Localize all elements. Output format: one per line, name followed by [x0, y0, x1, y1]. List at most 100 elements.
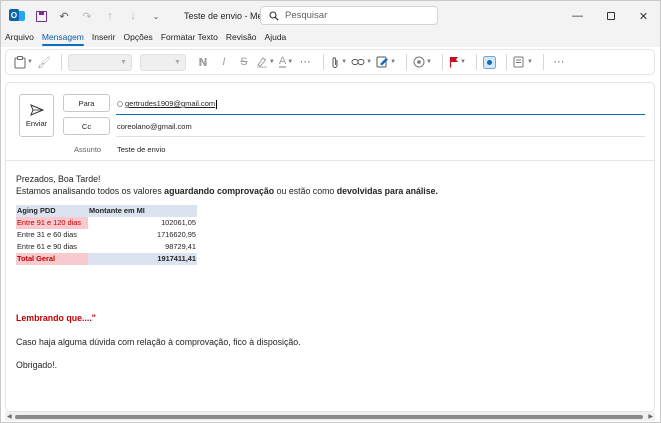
customize-toolbar-button[interactable]: ⌄ [149, 9, 163, 23]
signature-button[interactable]: ▼ [376, 52, 396, 72]
header-divider [6, 160, 654, 161]
to-button[interactable]: Para [63, 94, 110, 112]
more-icon: ··· [553, 56, 565, 68]
table-row: Entre 91 e 120 dias 102061,05 [16, 217, 197, 229]
table-header-cell: Montante em MI [88, 205, 197, 217]
divider [505, 54, 507, 70]
minimize-button[interactable]: — [561, 1, 594, 31]
cc-field[interactable]: coreolano@gmail.com [117, 122, 192, 131]
follow-up-flag-button[interactable]: ▼ [449, 52, 466, 72]
arrow-down-icon: ↓ [130, 10, 136, 22]
chevron-down-icon: ▼ [27, 59, 33, 65]
to-field-underline [116, 114, 645, 115]
highlighter-icon [256, 57, 267, 68]
signature-icon [376, 56, 389, 68]
tab-revisao[interactable]: Revisão [226, 31, 257, 46]
signoff: Obrigado!. [16, 360, 58, 370]
scroll-left-icon[interactable]: ◀ [7, 413, 12, 420]
minimize-icon: — [572, 10, 583, 22]
chevron-down-icon: ▼ [268, 59, 275, 65]
font-color-button[interactable]: A ▼ [278, 52, 293, 72]
table-cell: 1917411,41 [88, 253, 197, 265]
paste-button[interactable]: ▼ [14, 52, 33, 72]
apps-button[interactable]: ▼ [513, 52, 533, 72]
sensitivity-icon [482, 55, 496, 69]
tab-inserir[interactable]: Inserir [92, 31, 116, 46]
strikethrough-button[interactable]: S [236, 52, 252, 72]
table-header-row: Aging PDD Montante em MI [16, 205, 197, 217]
table-row: Entre 61 e 90 dias 98729,41 [16, 241, 197, 253]
subject-field[interactable]: Teste de envio [117, 145, 165, 154]
save-button[interactable] [34, 9, 48, 23]
table-cell: Entre 31 e 60 dias [17, 230, 77, 239]
dictate-icon [413, 56, 425, 68]
link-icon [351, 59, 365, 65]
subject-label: Assunto [74, 145, 102, 154]
font-name-combo[interactable]: ▼ [67, 53, 132, 71]
close-button[interactable]: ✕ [627, 1, 660, 31]
highlight-button[interactable]: ▼ [256, 52, 275, 72]
maximize-button[interactable] [594, 1, 627, 31]
to-field[interactable]: gertrudes1909@gmail.com [117, 99, 218, 109]
horizontal-scrollbar[interactable]: ◀ ▶ [5, 412, 655, 421]
chevron-down-icon: ▼ [119, 58, 127, 66]
close-icon: ✕ [638, 10, 649, 23]
undo-button[interactable]: ↶ [57, 9, 71, 23]
text-cursor [216, 99, 218, 109]
attach-icon [332, 56, 338, 68]
message-body[interactable]: Prezados, Boa Tarde! Estamos analisando … [16, 173, 636, 371]
bold-button[interactable]: N [194, 52, 212, 72]
scrollbar-thumb[interactable] [15, 415, 643, 419]
closing-line: Caso haja alguma dúvida com relação à co… [16, 337, 301, 347]
next-item-button[interactable]: ↓ [126, 9, 140, 23]
title-bar: O ↶ ↷ ↑ ↓ ⌄ Teste de envio - Mensagem (H… [1, 1, 660, 31]
ribbon-tabs: Arquivo Mensagem Inserir Opções Formatar… [1, 31, 660, 47]
table-header-cell: Aging PDD [16, 205, 88, 217]
tab-mensagem[interactable]: Mensagem [41, 31, 84, 46]
table-cell: 102061,05 [161, 218, 196, 227]
search-icon [269, 10, 279, 21]
font-size-combo[interactable]: ▼ [139, 53, 186, 71]
sensitivity-button[interactable] [482, 52, 496, 72]
redo-button[interactable]: ↷ [80, 9, 94, 23]
ribbon-toolbar: ▼ 🖌 ▼ ▼ N I S ▼ A ▼ ··· ▼ ▼ ▼ ▼ ▼ ▼ ··· [5, 49, 655, 75]
outlook-logo-icon: O [9, 9, 25, 23]
outlook-compose-window: O ↶ ↷ ↑ ↓ ⌄ Teste de envio - Mensagem (H… [0, 0, 661, 423]
divider [406, 54, 408, 70]
divider [441, 54, 443, 70]
tab-ajuda[interactable]: Ajuda [265, 31, 287, 46]
send-icon [29, 103, 44, 116]
search-box[interactable]: Pesquisar [260, 6, 438, 25]
cc-label: Cc [81, 121, 92, 131]
dictate-button[interactable]: ▼ [413, 52, 432, 72]
scroll-right-icon[interactable]: ▶ [648, 413, 653, 420]
chevron-down-icon: ▼ [426, 59, 432, 65]
format-painter-button[interactable]: 🖌 [37, 52, 51, 72]
save-icon [35, 10, 47, 22]
cc-field-underline [116, 136, 645, 137]
more-options-button[interactable]: ··· [550, 52, 568, 72]
reminder-text: Lembrando que...." [16, 313, 96, 323]
send-label: Enviar [25, 118, 48, 128]
tab-formatar-texto[interactable]: Formatar Texto [161, 31, 218, 46]
link-button[interactable]: ▼ [351, 52, 372, 72]
previous-item-button[interactable]: ↑ [103, 9, 117, 23]
table-cell: 1716620,95 [156, 230, 196, 239]
aging-table: Aging PDD Montante em MI Entre 91 e 120 … [16, 205, 197, 265]
format-painter-icon: 🖌 [36, 56, 51, 69]
chevron-down-icon: ▼ [459, 59, 466, 65]
tab-opcoes[interactable]: Opções [124, 31, 153, 46]
flag-icon [449, 57, 458, 68]
apps-icon [513, 56, 524, 68]
divider [475, 54, 477, 70]
attach-file-button[interactable]: ▼ [330, 52, 347, 72]
more-formatting-button[interactable]: ··· [297, 52, 313, 72]
tab-arquivo[interactable]: Arquivo [5, 31, 34, 46]
compose-pane: Enviar Para gertrudes1909@gmail.com Cc c… [5, 82, 655, 412]
cc-button[interactable]: Cc [63, 117, 110, 135]
italic-button[interactable]: I [216, 52, 232, 72]
to-recipient: gertrudes1909@gmail.com [125, 99, 216, 108]
table-cell: Entre 61 e 90 dias [17, 242, 77, 251]
send-button[interactable]: Enviar [19, 94, 54, 137]
table-cell: Total Geral [16, 253, 88, 265]
